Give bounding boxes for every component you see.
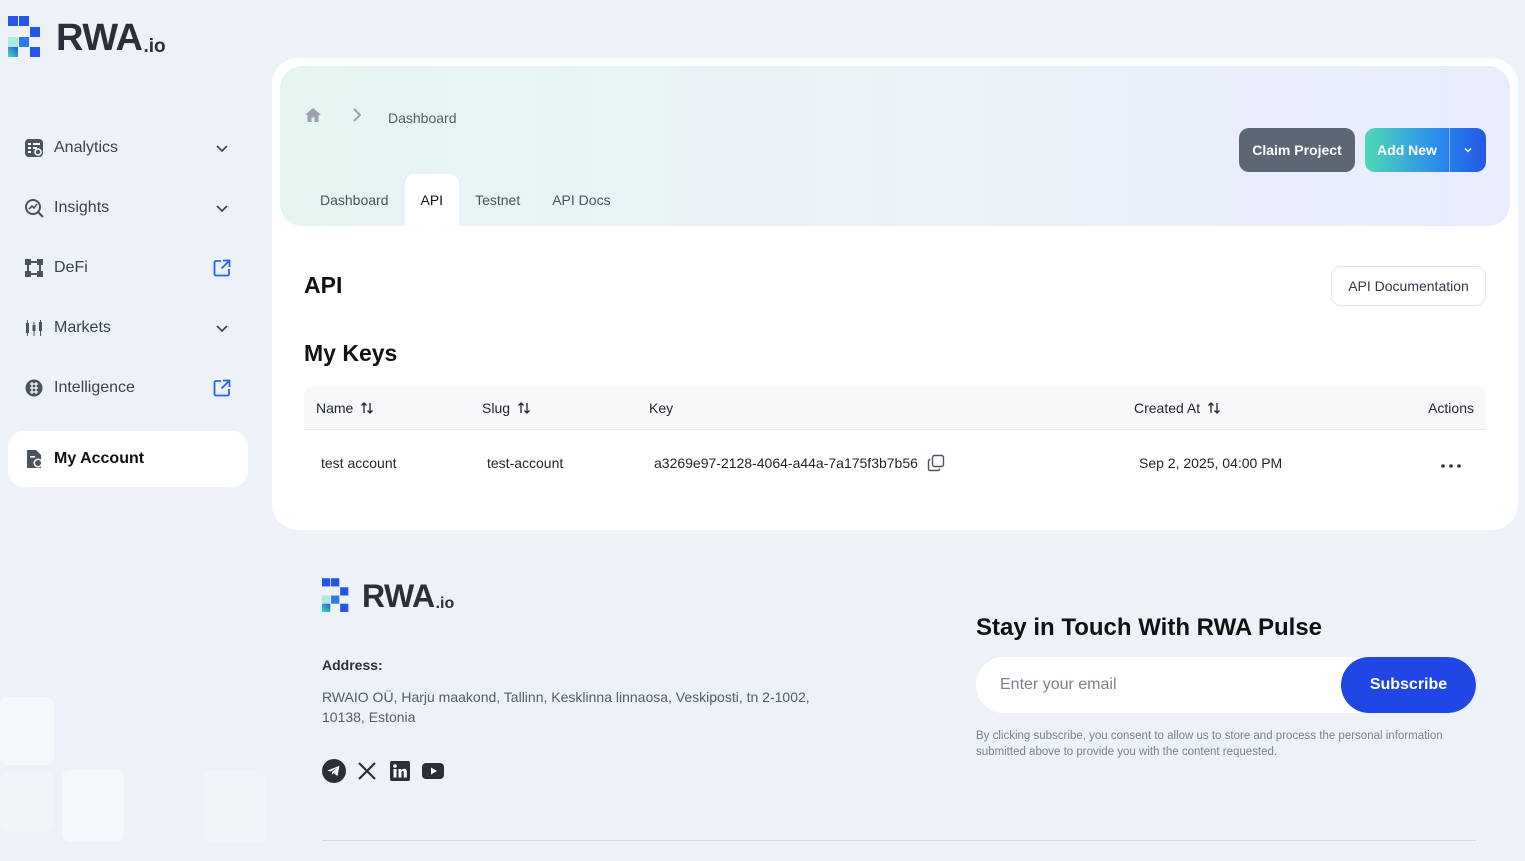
sidebar-item-markets[interactable]: Markets — [8, 300, 248, 356]
sidebar-item-label: Intelligence — [54, 379, 135, 396]
defi-icon — [24, 258, 44, 278]
brand-suffix: .io — [435, 595, 455, 612]
sidebar-item-intelligence[interactable]: Intelligence — [8, 360, 248, 416]
add-new-label[interactable]: Add New — [1365, 128, 1449, 172]
column-header-key: Key — [637, 400, 1122, 416]
column-label: Created At — [1134, 399, 1201, 416]
column-header-created-at[interactable]: Created At — [1122, 400, 1382, 416]
breadcrumb-current[interactable]: Dashboard — [388, 110, 457, 126]
brand-name: RWA — [56, 17, 143, 59]
intelligence-icon — [24, 378, 44, 398]
cell-name: test account — [321, 455, 397, 471]
background-decoration — [0, 697, 54, 765]
column-label: Key — [649, 399, 674, 416]
sidebar-item-my-account[interactable]: My Account — [8, 431, 248, 487]
cell-slug: test-account — [487, 455, 564, 471]
chevron-down-icon — [212, 138, 232, 158]
insights-icon — [24, 198, 44, 218]
social-links — [322, 759, 454, 783]
tab-testnet[interactable]: Testnet — [459, 174, 536, 226]
markets-icon — [24, 318, 44, 338]
external-link-icon — [212, 258, 232, 278]
email-input[interactable] — [976, 657, 1341, 713]
address-label: Address: — [322, 657, 383, 673]
add-new-button[interactable]: Add New — [1365, 128, 1486, 172]
telegram-icon[interactable] — [322, 759, 346, 783]
brand-suffix: .io — [143, 36, 166, 57]
column-header-name[interactable]: Name — [304, 400, 470, 416]
table-header: Name Slug Key Created At Actions — [304, 386, 1486, 430]
claim-project-button[interactable]: Claim Project — [1239, 128, 1355, 172]
background-decoration — [62, 770, 124, 842]
chevron-down-icon — [212, 318, 232, 338]
tab-bar: Dashboard API Testnet API Docs — [304, 174, 627, 226]
add-new-dropdown[interactable] — [1449, 128, 1486, 172]
chevron-down-icon — [212, 198, 232, 218]
x-icon[interactable] — [355, 759, 379, 783]
page-header: Dashboard Claim Project Add New Dashboar… — [280, 66, 1510, 226]
section-title: My Keys — [304, 340, 398, 366]
brand-name: RWA — [362, 578, 435, 614]
copy-icon[interactable] — [927, 454, 945, 472]
sort-icon[interactable] — [517, 401, 531, 415]
sidebar-item-label: Insights — [54, 199, 110, 216]
chevron-down-icon — [1464, 148, 1472, 153]
sidebar-nav: Analytics Insights DeFi Markets Intellig… — [8, 120, 248, 491]
background-decoration — [0, 772, 54, 832]
background-decoration — [204, 770, 266, 842]
sidebar-item-label: DeFi — [54, 259, 88, 276]
sidebar-item-label: Analytics — [54, 139, 119, 156]
brand-logo[interactable]: RWA .io — [8, 16, 166, 58]
sidebar-item-insights[interactable]: Insights — [8, 180, 248, 236]
cell-key: a3269e97-2128-4064-a44a-7a175f3b7b56 — [637, 454, 1122, 472]
tab-dashboard[interactable]: Dashboard — [304, 174, 405, 226]
cell-actions — [1382, 458, 1486, 469]
main-card: Dashboard Claim Project Add New Dashboar… — [272, 58, 1518, 530]
consent-text: By clicking subscribe, you consent to al… — [976, 730, 1443, 758]
api-documentation-button[interactable]: API Documentation — [1331, 266, 1486, 306]
analytics-icon — [24, 138, 44, 158]
page-title: API — [304, 272, 343, 298]
account-icon — [24, 449, 44, 469]
newsletter-form: Subscribe — [976, 657, 1476, 713]
column-header-actions: Actions — [1382, 400, 1486, 416]
subscribe-button[interactable]: Subscribe — [1341, 657, 1476, 713]
chevron-right-icon — [352, 107, 362, 128]
external-link-icon — [212, 378, 232, 398]
footer-logo[interactable]: RWA .io — [322, 578, 454, 613]
keys-table: Name Slug Key Created At Actions test ac… — [304, 386, 1486, 496]
column-label: Name — [316, 399, 354, 416]
youtube-icon[interactable] — [421, 759, 445, 783]
table-row: test account test-account a3269e97-2128-… — [304, 430, 1486, 496]
column-label: Slug — [482, 399, 511, 416]
newsletter-title: Stay in Touch With RWA Pulse — [976, 614, 1323, 641]
tab-api-docs[interactable]: API Docs — [536, 174, 626, 226]
sidebar-item-defi[interactable]: DeFi — [8, 240, 248, 296]
sidebar-item-label: My Account — [54, 450, 145, 467]
tab-api[interactable]: API — [404, 174, 460, 226]
api-key-value: a3269e97-2128-4064-a44a-7a175f3b7b56 — [654, 455, 918, 471]
cell-created-at: Sep 2, 2025, 04:00 PM — [1139, 455, 1283, 471]
logo-mark-icon — [8, 16, 40, 57]
sidebar-item-label: Markets — [54, 319, 111, 336]
sort-icon[interactable] — [360, 401, 374, 415]
column-label: Actions — [1428, 399, 1474, 416]
sidebar-item-analytics[interactable]: Analytics — [8, 120, 248, 176]
column-header-slug[interactable]: Slug — [470, 400, 637, 416]
logo-mark-icon — [322, 578, 349, 612]
more-actions-icon[interactable] — [1440, 458, 1474, 469]
linkedin-icon[interactable] — [388, 759, 412, 783]
sort-icon[interactable] — [1207, 401, 1221, 415]
breadcrumb: Dashboard — [304, 106, 457, 129]
home-icon[interactable] — [304, 106, 322, 129]
address-text: RWAIO OÜ, Harju maakond, Tallinn, Keskli… — [322, 689, 810, 725]
footer-divider — [322, 840, 1476, 841]
